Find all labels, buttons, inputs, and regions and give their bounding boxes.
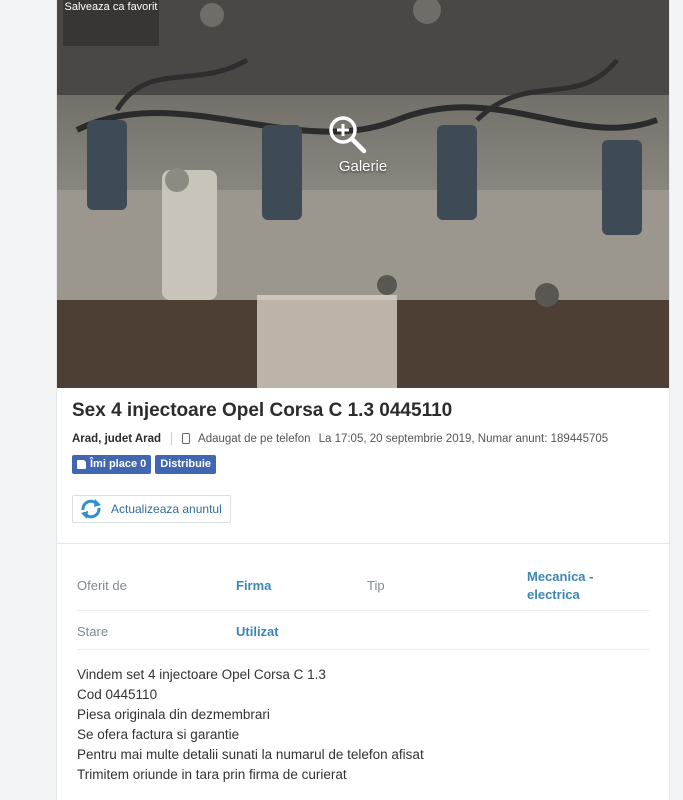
description-line: Se ofera factura si garantie (77, 727, 240, 742)
ad-description: Vindem set 4 injectoare Opel Corsa C 1.3… (77, 665, 424, 785)
posted-info-text: La 17:05, 20 septembrie 2019, Numar anun… (318, 432, 609, 445)
phone-icon (182, 433, 191, 444)
zoom-in-icon (329, 116, 367, 154)
meta-divider (171, 432, 173, 445)
description-line: Piesa originala din dezmembrari (77, 707, 270, 722)
update-ad-button[interactable]: Actualizeaza anuntul (72, 495, 231, 523)
social-buttons: Îmi place 0 Distribuie (72, 455, 216, 474)
description-line: Pentru mai multe detalii sunati la numar… (77, 747, 424, 762)
share-label: Distribuie (160, 458, 211, 470)
facebook-share-button[interactable]: Distribuie (155, 455, 216, 474)
detail-value-condition[interactable]: Utilizat (236, 623, 279, 641)
thumbs-up-icon (77, 460, 86, 469)
added-from-text: Adaugat de pe telefon (198, 432, 311, 445)
detail-row-divider (77, 649, 649, 650)
save-favorite-button[interactable]: Salveaza ca favorit (63, 0, 159, 46)
facebook-like-button[interactable]: Îmi place 0 (72, 455, 152, 474)
detail-value-offered-by[interactable]: Firma (236, 577, 271, 595)
gallery-button[interactable]: Galerie (327, 114, 399, 175)
description-line: Cod 0445110 (77, 687, 158, 702)
ad-title: Sex 4 injectoare Opel Corsa C 1.3 044511… (72, 400, 453, 421)
ad-photo[interactable]: Salveaza ca favorit Galerie (57, 0, 669, 388)
location-text: Arad, judet Arad (72, 432, 162, 445)
section-divider (57, 543, 669, 544)
description-line: Vindem set 4 injectoare Opel Corsa C 1.3 (77, 667, 326, 682)
engine-photo-illustration (57, 0, 669, 388)
ad-meta: Arad, judet Arad Adaugat de pe telefon L… (72, 432, 608, 445)
detail-label-condition: Stare (77, 624, 109, 639)
update-ad-label: Actualizeaza anuntul (111, 502, 222, 516)
refresh-icon (81, 499, 101, 519)
save-favorite-label: Salveaza ca favorit (64, 1, 158, 13)
detail-label-offered-by: Oferit de (77, 578, 127, 593)
detail-row-divider (77, 610, 649, 611)
like-label: Îmi place 0 (90, 458, 147, 470)
gallery-label: Galerie (338, 158, 388, 175)
detail-label-type: Tip (367, 578, 385, 593)
description-line: Trimitem oriunde in tara prin firma de c… (77, 767, 347, 782)
ad-card: Salveaza ca favorit Galerie Sex 4 inject… (56, 0, 670, 800)
detail-value-type[interactable]: Mecanica - electrica (527, 568, 617, 604)
